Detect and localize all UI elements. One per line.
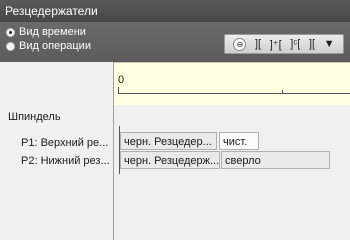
view-time-label: Вид времени — [19, 26, 86, 38]
turret-p1-label[interactable]: P1: Верхний ре... — [21, 137, 108, 149]
panel-splitter[interactable] — [113, 62, 114, 240]
operation-block[interactable]: сверло — [221, 151, 330, 169]
radio-time-view[interactable] — [6, 27, 15, 37]
operation-block[interactable]: черн. Резцедер... — [120, 132, 217, 150]
operation-block[interactable]: черн. Резцедерж... — [120, 151, 220, 169]
collapse-button[interactable]: ][ — [309, 38, 315, 50]
time-ruler[interactable]: 0 — [114, 62, 350, 105]
minus-icon: ⊖ — [236, 39, 244, 49]
time-start-label: 0 — [118, 74, 125, 86]
zoom-toolbar: ⊖ ][ ]⁺[ ]ᶜ[ ][ ▼ — [224, 34, 344, 54]
zoom-out-button[interactable]: ⊖ — [233, 37, 247, 51]
operation-block[interactable]: чист. — [219, 132, 259, 150]
turret-p2-label[interactable]: P2: Нижний рез... — [21, 155, 110, 167]
spindle-label: Шпиндель — [8, 111, 61, 123]
center-button[interactable]: ]ᶜ[ — [290, 38, 300, 50]
dropdown-chevron-icon[interactable]: ▼ — [324, 38, 335, 50]
ruler-axis — [118, 93, 350, 94]
view-operation-option[interactable]: Вид операции — [6, 40, 91, 52]
radio-operation-view[interactable] — [6, 41, 15, 51]
view-operation-label: Вид операции — [19, 40, 91, 52]
fit-button[interactable]: ][ — [255, 38, 261, 50]
expand-button[interactable]: ]⁺[ — [270, 38, 282, 51]
window-title: Резцедержатели — [0, 0, 350, 22]
view-time-option[interactable]: Вид времени — [6, 26, 86, 38]
